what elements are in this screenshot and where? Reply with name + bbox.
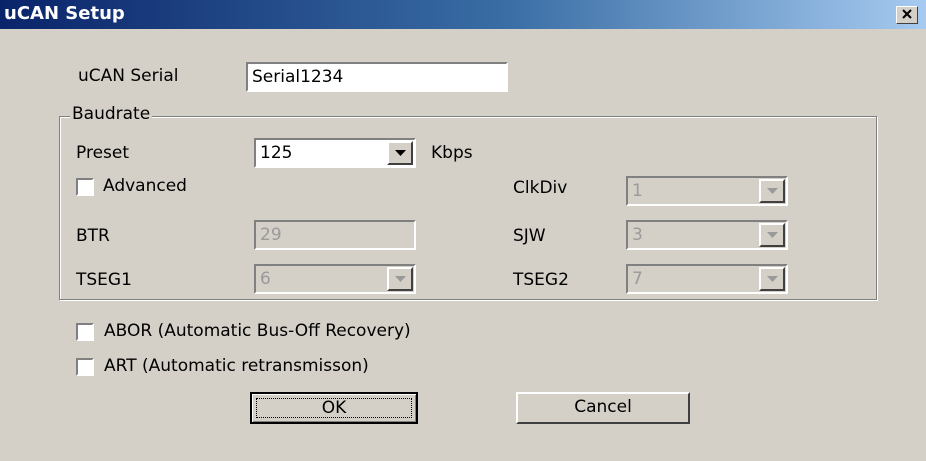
title-bar[interactable]: uCAN Setup [0,0,926,29]
serial-label: uCAN Serial [78,66,179,86]
ok-button[interactable]: OK [250,392,418,424]
abor-checkbox[interactable] [76,323,94,341]
chevron-down-icon [767,188,778,194]
btr-input: 29 [254,220,416,250]
close-button[interactable] [896,6,918,24]
preset-select[interactable]: 125 [254,138,416,168]
sjw-label: SJW [513,226,546,246]
cancel-button[interactable]: Cancel [516,392,690,424]
clkdiv-select: 1 [626,176,788,206]
art-label[interactable]: ART (Automatic retransmisson) [104,356,369,376]
cancel-button-label: Cancel [574,397,632,417]
window-title: uCAN Setup [4,3,125,24]
sjw-value: 3 [632,225,643,245]
clkdiv-value: 1 [632,181,643,201]
clkdiv-dropdown-button [759,179,785,203]
preset-label: Preset [76,143,130,163]
tseg2-label: TSEG2 [513,270,569,290]
tseg1-dropdown-button [387,267,413,291]
tseg2-dropdown-button [759,267,785,291]
advanced-label[interactable]: Advanced [103,176,187,196]
sjw-select: 3 [626,220,788,250]
tseg2-select: 7 [626,264,788,294]
preset-value: 125 [260,143,293,163]
kbps-unit-label: Kbps [431,143,473,163]
abor-label[interactable]: ABOR (Automatic Bus-Off Recovery) [104,321,411,341]
tseg1-label: TSEG1 [76,270,132,290]
chevron-down-icon [395,150,406,156]
btr-label: BTR [76,226,110,246]
serial-input[interactable]: Serial1234 [246,62,508,92]
chevron-down-icon [395,276,406,282]
tseg2-value: 7 [632,269,643,289]
tseg1-select: 6 [254,264,416,294]
art-checkbox[interactable] [76,358,94,376]
ok-button-label: OK [256,398,412,418]
tseg1-value: 6 [260,269,271,289]
close-icon [902,5,912,23]
advanced-checkbox[interactable] [76,178,94,196]
clkdiv-label: ClkDiv [513,178,568,198]
preset-dropdown-button[interactable] [387,141,413,165]
chevron-down-icon [767,276,778,282]
baudrate-group-title: Baudrate [70,104,153,124]
sjw-dropdown-button [759,223,785,247]
chevron-down-icon [767,232,778,238]
